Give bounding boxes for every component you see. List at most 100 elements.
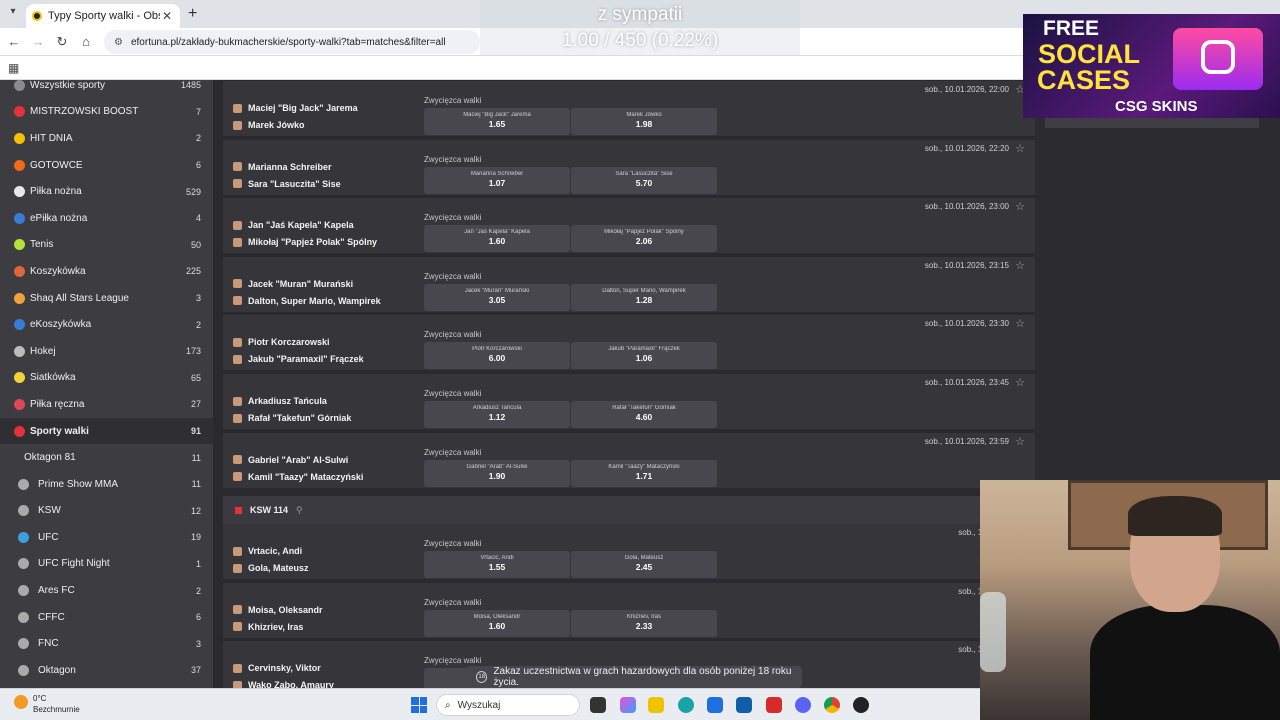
weather-sun-icon[interactable] <box>14 695 28 709</box>
odds-button-2[interactable]: Jakub "Paramaxil" Frączek 1.06 <box>571 342 717 370</box>
pin-icon[interactable]: ⚲ <box>296 505 303 516</box>
fighter-2[interactable]: Dalton, Super Mario, Wampirek <box>233 296 381 306</box>
sidebar-item[interactable]: Ares FC 2 <box>0 577 213 604</box>
sidebar-item[interactable]: Koszykówka 225 <box>0 258 213 285</box>
discord-icon[interactable] <box>795 697 811 713</box>
odds-button-2[interactable]: Kamil "Taazy" Mataczyński 1.71 <box>571 459 717 487</box>
fighter-2[interactable]: Marek Jówko <box>233 120 305 130</box>
event-row[interactable]: Gabriel "Arab" Al-Sulwi Kamil "Taazy" Mat… <box>223 432 1035 490</box>
sidebar-item[interactable]: eKoszykówka 2 <box>0 311 213 338</box>
sidebar-item[interactable]: Wszystkie sporty 1485 <box>0 80 213 99</box>
event-row[interactable]: Arkadiusz Tańcula Rafał "Takefun" Górniak… <box>223 374 1035 431</box>
file-explorer-icon[interactable] <box>648 697 664 713</box>
event-row[interactable]: Jan "Jaś Kapela" Kapela Mikołaj "Papjeż P… <box>223 198 1035 256</box>
sidebar-item[interactable]: Oktagon 81 11 <box>0 444 213 471</box>
odds-button-2[interactable]: Dalton, Super Mario, Wampirek 1.28 <box>571 283 717 311</box>
odds-button-1[interactable]: Gabriel "Arab" Al-Sulwi 1.90 <box>424 459 570 487</box>
outlook-icon[interactable] <box>707 697 723 713</box>
back-icon[interactable]: ← <box>6 34 22 49</box>
sidebar-item[interactable]: CFFC 6 <box>0 604 213 631</box>
event-row[interactable]: Jacek "Muran" Murański Dalton, Super Mari… <box>223 256 1035 314</box>
odds-button-2[interactable]: Marek Jówko 1.98 <box>571 108 717 135</box>
sidebar-item[interactable]: FNC 3 <box>0 630 213 657</box>
fighter-1[interactable]: Gabriel "Arab" Al-Sulwi <box>233 455 348 465</box>
fighter-1[interactable]: Arkadiusz Tańcula <box>233 396 327 406</box>
taskbar-search[interactable]: ⌕ Wyszukaj <box>436 694 580 716</box>
home-icon[interactable]: ⌂ <box>78 34 94 49</box>
fighter-1[interactable]: Marianna Schreiber <box>233 162 332 172</box>
browser-tab[interactable]: Typy Sporty walki - Obstawiaj S ✕ <box>26 4 180 28</box>
sidebar-item[interactable]: ePiłka nożna 4 <box>0 205 213 232</box>
sidebar-item[interactable]: Piłka ręczna 27 <box>0 391 213 418</box>
odds-button-1[interactable]: Maciej "Big Jack" Jarema 1.65 <box>424 108 570 135</box>
sidebar-item[interactable]: KSW 12 <box>0 498 213 525</box>
store-icon[interactable] <box>736 697 752 713</box>
sidebar-item[interactable]: Hokej 173 <box>0 338 213 365</box>
sidebar-item[interactable]: Oktagon 37 <box>0 657 213 684</box>
odds-button-1[interactable]: Piotr Korczarowski 6.00 <box>424 342 570 370</box>
forward-icon[interactable]: → <box>30 34 46 49</box>
odds-button-1[interactable]: Jacek "Muran" Murański 3.05 <box>424 283 570 311</box>
close-tab-icon[interactable]: ✕ <box>160 9 174 23</box>
sidebar-item[interactable]: Tenis 50 <box>0 232 213 259</box>
favorite-star-icon[interactable]: ☆ <box>1015 200 1025 213</box>
sidebar-item[interactable]: UFC Fight Night 1 <box>0 551 213 578</box>
url-bar[interactable]: ⚙ efortuna.pl/zakłady-bukmacherskie/spor… <box>104 30 480 54</box>
group-header[interactable]: KSW 114 ⚲ <box>223 496 1035 524</box>
fighter-1[interactable]: Piotr Korczarowski <box>233 337 330 347</box>
sidebar-item[interactable]: Sporty walki 91 <box>0 417 213 445</box>
event-row[interactable]: Maciej "Big Jack" Jarema Marek Jówko Zwyci… <box>223 81 1035 138</box>
favorite-star-icon[interactable]: ☆ <box>1015 142 1025 155</box>
sidebar-item[interactable]: UFC 19 <box>0 524 213 551</box>
copilot-icon[interactable] <box>620 697 636 713</box>
odds-button-2[interactable]: Mikołaj "Papjeż Polak" Spólny 2.06 <box>571 225 717 253</box>
odds-button-1[interactable]: Jan "Jaś Kapela" Kapela 1.60 <box>424 225 570 253</box>
fighter-1[interactable]: Vrtacic, Andi <box>233 546 302 556</box>
odds-button-2[interactable]: Gola, Mateusz 2.45 <box>571 551 717 578</box>
fighter-2[interactable]: Wako Zabo, Amaury <box>233 680 334 688</box>
fighter-1[interactable]: Moisa, Oleksandr <box>233 605 323 615</box>
edge-icon[interactable] <box>678 697 694 713</box>
fighter-2[interactable]: Khizriev, Iras <box>233 622 303 632</box>
chrome-icon[interactable] <box>824 697 840 713</box>
fighter-1[interactable]: Cervinsky, Viktor <box>233 663 321 673</box>
fighter-1[interactable]: Jacek "Muran" Murański <box>233 279 353 289</box>
sidebar-item[interactable]: Shaq All Stars League 3 <box>0 285 213 312</box>
sidebar-item[interactable]: MISTRZOWSKI BOOST 7 <box>0 99 213 126</box>
fighter-2[interactable]: Kamil "Taazy" Mataczyński <box>233 472 363 482</box>
event-row[interactable]: Piotr Korczarowski Jakub "Paramaxil" Frąc… <box>223 315 1035 373</box>
fighter-2[interactable]: Sara "Lasuczita" Sise <box>233 179 341 189</box>
favorite-star-icon[interactable]: ☆ <box>1015 376 1025 389</box>
weather-widget[interactable]: 0°C Bezchmurnie <box>33 693 80 715</box>
sidebar-item[interactable]: Piłka nożna 529 <box>0 178 213 205</box>
odds-button-1[interactable]: Vrtacic, Andi 1.55 <box>424 551 570 578</box>
apps-grid-icon[interactable]: ▦ <box>8 61 19 75</box>
new-tab-icon[interactable]: + <box>188 5 197 23</box>
fighter-2[interactable]: Mikołaj "Papjeż Polak" Spólny <box>233 237 377 247</box>
fighter-2[interactable]: Rafał "Takefun" Górniak <box>233 413 351 423</box>
csgo-skins-ad[interactable]: FREE SOCIAL CASES CSG SKINS <box>1023 14 1280 118</box>
favorite-star-icon[interactable]: ☆ <box>1015 317 1025 330</box>
favorite-star-icon[interactable]: ☆ <box>1015 435 1025 448</box>
event-row[interactable]: Moisa, Oleksandr Khizriev, Iras Zwycięzca … <box>223 582 1035 640</box>
sidebar-item[interactable]: Prime Show MMA 11 <box>0 471 213 498</box>
odds-button-2[interactable]: Khizriev, Iras 2.33 <box>571 609 717 637</box>
obs-icon[interactable] <box>853 697 869 713</box>
site-info-icon[interactable]: ⚙ <box>114 37 123 48</box>
odds-button-1[interactable]: Moisa, Oleksandr 1.60 <box>424 609 570 637</box>
fighter-2[interactable]: Jakub "Paramaxil" Frączek <box>233 354 364 364</box>
odds-button-2[interactable]: Sara "Lasuczita" Sise 5.70 <box>571 166 717 194</box>
favorite-star-icon[interactable]: ☆ <box>1015 259 1025 272</box>
reload-icon[interactable]: ↻ <box>54 34 70 50</box>
odds-button-2[interactable]: Rafał "Takefun" Górniak 4.60 <box>571 401 717 428</box>
sidebar-item[interactable]: Siatkówka 65 <box>0 365 213 392</box>
sidebar-item[interactable]: GOTOWCE 6 <box>0 152 213 179</box>
event-row[interactable]: Marianna Schreiber Sara "Lasuczita" Sise Z… <box>223 139 1035 197</box>
event-row[interactable]: Vrtacic, Andi Gola, Mateusz Zwycięzca walk… <box>223 524 1035 581</box>
sidebar-item[interactable]: HIT DNIA 2 <box>0 125 213 152</box>
odds-button-1[interactable]: Arkadiusz Tańcula 1.12 <box>424 401 570 428</box>
fighter-2[interactable]: Gola, Mateusz <box>233 563 309 573</box>
tab-search-icon[interactable]: ▾ <box>6 6 20 20</box>
fighter-1[interactable]: Maciej "Big Jack" Jarema <box>233 103 358 113</box>
odds-button-1[interactable]: Marianna Schreiber 1.07 <box>424 166 570 194</box>
